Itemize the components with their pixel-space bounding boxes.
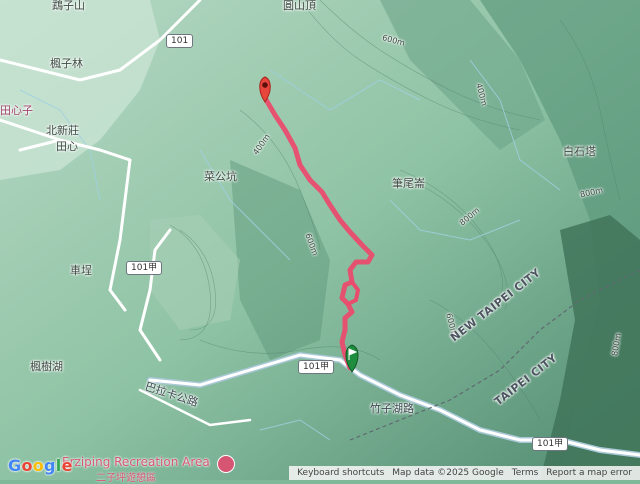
- place-label-fengzilin: 楓子林: [50, 57, 83, 70]
- road-shield-101-jia: 101甲: [298, 360, 335, 374]
- road-shield-101-jia: 101甲: [126, 261, 163, 275]
- road-shield-101: 101: [166, 34, 194, 48]
- report-map-error-link[interactable]: Report a map error: [546, 468, 632, 478]
- place-label-fengshuhu: 楓樹湖: [30, 360, 63, 373]
- terrain-map[interactable]: [0, 0, 640, 480]
- place-label-wuzishan: 鵡子山: [52, 0, 85, 12]
- place-label-tianxinzi: 田心子: [0, 104, 33, 117]
- map-footer: Keyboard shortcuts Map data ©2025 Google…: [289, 466, 640, 480]
- place-label-tianxin: 田心: [56, 140, 78, 153]
- camera-icon[interactable]: [217, 455, 235, 473]
- google-logo-letter: o: [32, 456, 45, 475]
- road-shield-101-jia: 101甲: [532, 437, 569, 451]
- google-logo-letter: g: [44, 456, 56, 475]
- place-label-beixinzhuang: 北新莊: [46, 124, 79, 137]
- poi-erziping-recreation-area[interactable]: Erziping Recreation Area: [62, 455, 210, 469]
- google-logo-letter: o: [21, 456, 33, 475]
- place-label-bishuilun: 筆尾崙: [392, 177, 425, 190]
- google-logo[interactable]: Google: [8, 456, 73, 475]
- google-logo-letter: e: [61, 456, 73, 475]
- place-label-baishilao: 白石塔: [563, 145, 596, 158]
- place-label-caigongkeng: 菜公坑: [204, 170, 237, 183]
- google-logo-letter: G: [8, 456, 22, 475]
- road-label-zhuzihu: 竹子湖路: [370, 402, 414, 415]
- poi-erziping-sub: 二子坪遊憩區: [96, 473, 156, 484]
- keyboard-shortcuts-link[interactable]: Keyboard shortcuts: [297, 468, 384, 478]
- map-data-attribution: Map data ©2025 Google: [392, 468, 504, 478]
- place-label-yuanshanding: 圓山頂: [283, 0, 316, 12]
- terms-link[interactable]: Terms: [512, 468, 539, 478]
- place-label-chepu: 車埕: [70, 264, 92, 277]
